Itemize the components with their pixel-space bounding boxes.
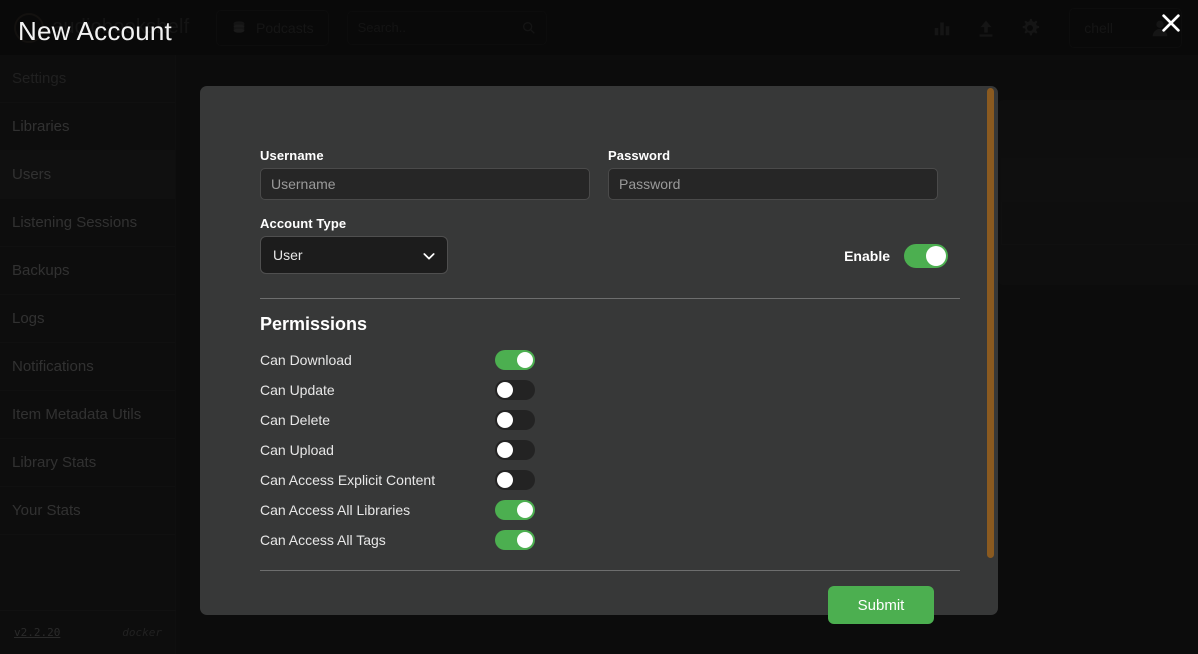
permission-row-can-delete: Can Delete [260, 405, 948, 435]
toggle-knob [497, 442, 513, 458]
permission-label: Can Upload [260, 442, 495, 458]
permission-label: Can Access All Tags [260, 532, 495, 548]
app-root: audiobookshelf Podcasts Search.. [0, 0, 1198, 654]
toggle-knob [517, 352, 533, 368]
account-type-row: Account Type User Enable [260, 216, 948, 274]
account-type-value: User [273, 247, 303, 263]
permission-toggle-can-access-explicit-content[interactable] [495, 470, 535, 490]
permission-label: Can Access All Libraries [260, 502, 495, 518]
toggle-knob [497, 382, 513, 398]
account-type-select[interactable]: User [260, 236, 448, 274]
permissions-heading: Permissions [260, 314, 948, 335]
permission-row-can-access-all-libraries: Can Access All Libraries [260, 495, 948, 525]
permissions-divider [260, 298, 960, 299]
username-field-group: Username [260, 148, 590, 200]
toggle-knob [497, 472, 513, 488]
close-icon [1160, 12, 1182, 34]
password-input[interactable] [608, 168, 938, 200]
password-field-group: Password [608, 148, 938, 200]
enable-label: Enable [844, 248, 890, 264]
permission-label: Can Access Explicit Content [260, 472, 495, 488]
username-label: Username [260, 148, 590, 163]
footer-divider [260, 570, 960, 571]
modal-body: Username Password Account Type User [200, 86, 998, 615]
permission-row-can-access-all-tags: Can Access All Tags [260, 525, 948, 555]
close-button[interactable] [1154, 6, 1188, 40]
toggle-knob [517, 532, 533, 548]
permission-toggle-can-upload[interactable] [495, 440, 535, 460]
permission-toggle-can-access-all-libraries[interactable] [495, 500, 535, 520]
new-account-modal: Username Password Account Type User [200, 86, 998, 615]
permission-toggle-can-update[interactable] [495, 380, 535, 400]
permission-row-can-access-explicit-content: Can Access Explicit Content [260, 465, 948, 495]
enable-toggle[interactable] [904, 244, 948, 268]
toggle-knob [497, 412, 513, 428]
account-type-group: Account Type User [260, 216, 448, 274]
password-label: Password [608, 148, 938, 163]
account-type-label: Account Type [260, 216, 448, 231]
toggle-knob [517, 502, 533, 518]
permission-label: Can Download [260, 352, 495, 368]
permission-toggle-can-access-all-tags[interactable] [495, 530, 535, 550]
chevron-down-icon [421, 248, 437, 264]
toggle-knob [926, 246, 946, 266]
permission-row-can-download: Can Download [260, 345, 948, 375]
permission-label: Can Update [260, 382, 495, 398]
permission-row-can-update: Can Update [260, 375, 948, 405]
credentials-row: Username Password [260, 148, 948, 200]
username-input[interactable] [260, 168, 590, 200]
permission-toggle-can-delete[interactable] [495, 410, 535, 430]
permission-row-can-upload: Can Upload [260, 435, 948, 465]
permission-toggle-can-download[interactable] [495, 350, 535, 370]
permission-label: Can Delete [260, 412, 495, 428]
modal-title: New Account [18, 16, 172, 47]
submit-button[interactable]: Submit [828, 586, 934, 624]
enable-group: Enable [844, 244, 948, 274]
